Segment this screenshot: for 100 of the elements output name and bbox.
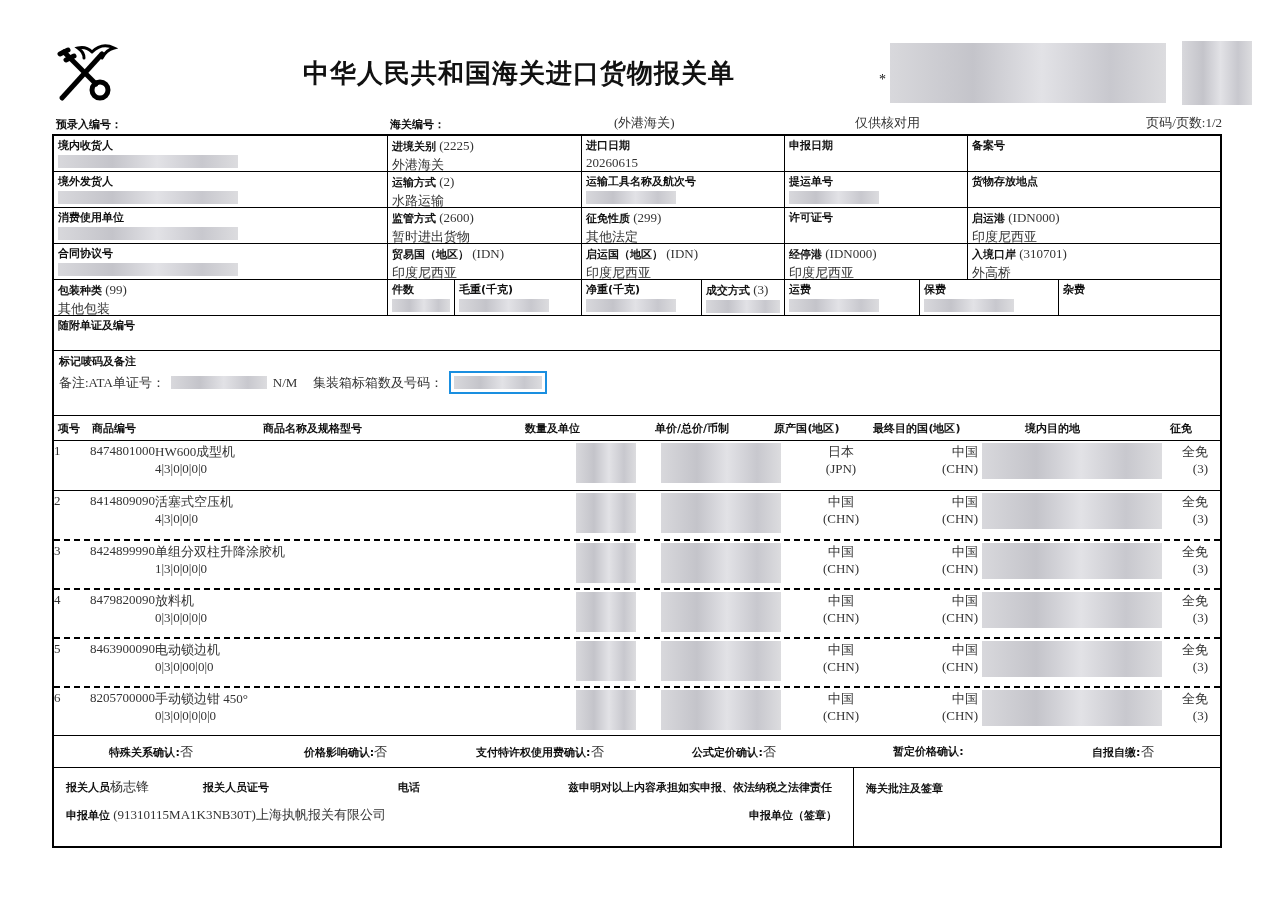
confirmation-field: 支付特许权使用费确认:否 <box>442 742 637 761</box>
item-number: 4 <box>54 592 61 608</box>
column-header: 商品编号 <box>91 420 137 436</box>
item-number: 1 <box>54 443 61 459</box>
field-label: 成交方式 (3) <box>706 282 770 298</box>
verification-note: 仅供核对用 <box>854 114 920 132</box>
commodity-code: 8424899990 <box>90 543 155 560</box>
column-header: 原产国(地区) <box>773 420 841 436</box>
customs-number-label: 海关编号： <box>389 117 446 132</box>
field-value: 印度尼西亚 <box>586 264 652 279</box>
field-label: 合同协议号 <box>58 246 114 261</box>
exemption: 全免 <box>1182 493 1208 511</box>
container-label: 集装箱标箱数及号码： <box>313 373 444 392</box>
field-value: 印度尼西亚 <box>972 228 1038 243</box>
column-header: 商品名称及规格型号 <box>261 420 363 436</box>
commodity-name: 电动锁边机 <box>155 641 220 659</box>
destination-country: 中国 <box>952 443 978 461</box>
field-label: 启运国（地区） (IDN) <box>586 246 699 262</box>
redacted-block <box>576 641 636 681</box>
field-label: 运费 <box>789 282 812 297</box>
field-label: 申报日期 <box>789 138 834 153</box>
seal-label: 申报单位（签章） <box>749 808 837 823</box>
document-title: 中华人民共和国海关进口货物报关单 <box>301 57 736 90</box>
origin-code: (CHN) <box>822 610 860 626</box>
exemption: 全免 <box>1182 690 1208 708</box>
field-value: 暂时进出货物 <box>392 228 471 243</box>
destination-code: (CHN) <box>941 610 978 626</box>
commodity-spec: 4|3|0|0|0|0 <box>155 461 207 477</box>
commodity-code: 8205700000 <box>90 690 155 707</box>
field-label: 进口日期 <box>586 138 631 153</box>
page-number: 页码/页数:1/2 <box>1146 114 1222 132</box>
item-number: 5 <box>54 641 61 657</box>
item-number: 6 <box>54 690 61 706</box>
declarant-field: 报关人员杨志锋 <box>66 778 203 796</box>
field-label: 入境口岸 (310701) <box>972 246 1068 262</box>
commodity-spec: 0|3|0|0|0|0 <box>155 610 207 626</box>
remark-text: N/M <box>272 374 298 391</box>
redacted-block <box>576 690 636 730</box>
commodity-name: 单组分双柱升降涂胶机 <box>155 543 285 561</box>
field-label: 许可证号 <box>789 210 834 225</box>
declarant-id-label: 报关人员证号 <box>203 780 270 795</box>
confirmation-field: 特殊关系确认:否 <box>54 742 249 761</box>
origin-code: (CHN) <box>822 659 860 675</box>
container-number-field[interactable] <box>449 371 548 394</box>
marks-label: 标记唛码及备注 <box>59 354 137 369</box>
commodity-code: 8414809090 <box>90 493 155 510</box>
confirmation-field: 价格影响确认:否 <box>248 742 443 761</box>
origin-country: 中国 <box>828 493 854 511</box>
exemption: 全免 <box>1182 592 1208 610</box>
confirmation-field: 自报自缴:否 <box>1025 742 1220 761</box>
exemption-code: (3) <box>1192 461 1208 477</box>
origin-country: 中国 <box>828 592 854 610</box>
commodity-spec: 1|3|0|0|0|0 <box>155 561 207 577</box>
field-label: 货物存放地点 <box>972 174 1039 189</box>
commodity-code: 8474801000 <box>90 443 155 460</box>
commodity-spec: 4|3|0|0|0 <box>155 511 198 527</box>
field-label: 消费使用单位 <box>58 210 125 225</box>
declaration-statement: 兹申明对以上内容承担如实申报、依法纳税之法律责任 <box>568 780 832 795</box>
destination-country: 中国 <box>952 493 978 511</box>
field-label: 净重(千克) <box>586 282 642 297</box>
redacted-block <box>576 443 636 483</box>
field-label: 随附单证及编号 <box>58 318 136 333</box>
field-value: 20260615 <box>586 155 639 171</box>
commodity-name: 活塞式空压机 <box>155 493 233 511</box>
field-value: 印度尼西亚 <box>392 264 458 279</box>
origin-code: (JPN) <box>825 461 857 477</box>
destination-code: (CHN) <box>941 461 978 477</box>
destination-country: 中国 <box>952 592 978 610</box>
field-label: 贸易国（地区） (IDN) <box>392 246 505 262</box>
exemption-code: (3) <box>1192 511 1208 527</box>
exemption-code: (3) <box>1192 610 1208 626</box>
declaring-unit-field: 申报单位 (91310115MA1K3NB30T)上海执帆报关有限公司 <box>66 806 386 824</box>
exemption: 全免 <box>1182 641 1208 659</box>
redacted-block <box>576 543 636 583</box>
origin-country: 中国 <box>828 543 854 561</box>
redacted-block <box>576 592 636 632</box>
item-number: 2 <box>54 493 61 509</box>
column-header: 征免 <box>1169 420 1193 436</box>
column-header: 最终目的国(地区) <box>872 420 962 436</box>
column-header: 单价/总价/币制 <box>653 420 730 436</box>
origin-country: 中国 <box>828 690 854 708</box>
destination-code: (CHN) <box>941 511 978 527</box>
field-value: 水路运输 <box>392 192 445 207</box>
commodity-name: 手动锁边钳 450° <box>155 690 248 708</box>
exemption-code: (3) <box>1192 708 1208 724</box>
field-value: 印度尼西亚 <box>789 264 855 279</box>
field-label: 保费 <box>924 282 947 297</box>
field-label: 经停港 (IDN000) <box>789 246 878 262</box>
destination-code: (CHN) <box>941 659 978 675</box>
field-label: 包装种类 (99) <box>58 282 128 298</box>
field-label: 提运单号 <box>789 174 834 189</box>
customs-seal-label: 海关批注及签章 <box>866 782 943 794</box>
confirmation-field: 公式定价确认:否 <box>637 742 832 761</box>
field-value: 其他包装 <box>58 300 111 315</box>
exemption: 全免 <box>1182 543 1208 561</box>
field-label: 境外发货人 <box>58 174 114 189</box>
destination-country: 中国 <box>952 543 978 561</box>
commodity-code: 8479820090 <box>90 592 155 609</box>
commodity-spec: 0|3|0|00|0|0 <box>155 659 214 675</box>
destination-code: (CHN) <box>941 708 978 724</box>
